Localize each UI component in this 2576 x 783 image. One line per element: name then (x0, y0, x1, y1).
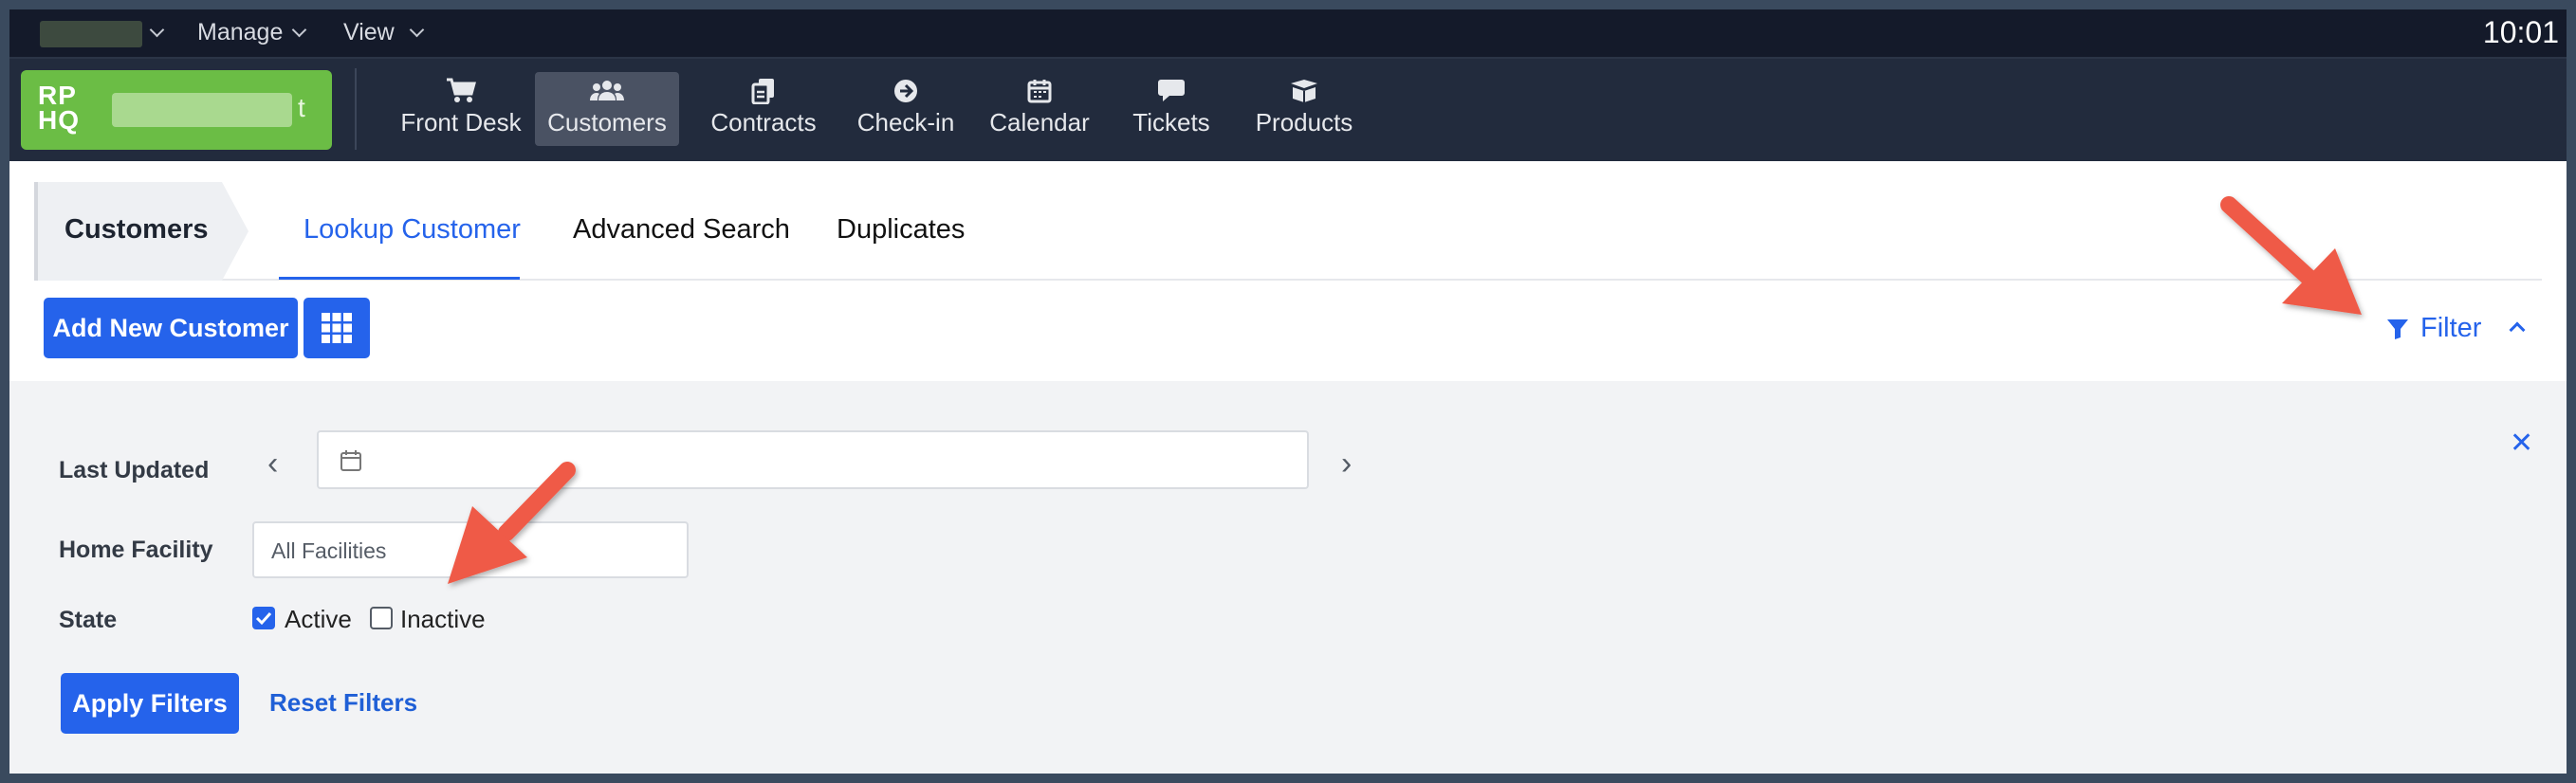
redacted-site-name (112, 93, 292, 127)
logo-name: t (298, 93, 305, 122)
popover-caret (2542, 364, 2567, 381)
chevron-left-icon[interactable]: ‹ (267, 446, 278, 483)
account-switcher[interactable] (40, 21, 142, 47)
cart-icon (385, 72, 537, 106)
chevron-down-icon (149, 22, 165, 38)
active-checkbox[interactable] (252, 607, 275, 629)
chevron-down-icon (291, 22, 307, 38)
site-logo[interactable]: RP HQ t (21, 70, 332, 150)
active-tab-indicator (279, 277, 520, 280)
nav-item-tickets[interactable]: Tickets (1119, 72, 1224, 146)
calendar-icon (340, 449, 362, 477)
active-checkbox-label[interactable]: Active (285, 605, 352, 634)
main-content: Customers Lookup Customer Advanced Searc… (9, 161, 2567, 774)
home-facility-label: Home Facility (59, 537, 213, 563)
logo-mark: RP HQ (38, 81, 80, 135)
nav-item-products[interactable]: Products (1242, 72, 1366, 146)
last-updated-date-input[interactable] (317, 430, 1309, 489)
clock: 10:01 (2482, 15, 2559, 49)
add-new-customer-button[interactable]: Add New Customer (44, 298, 298, 358)
breadcrumb[interactable]: Customers (34, 182, 248, 281)
grid-view-button[interactable] (304, 298, 370, 358)
menu-bar: Manage View 10:01 (9, 9, 2567, 59)
nav-item-customers[interactable]: Customers (535, 72, 679, 146)
chevron-down-icon (409, 22, 425, 38)
nav-item-front-desk[interactable]: Front Desk (385, 72, 537, 146)
tab-lookup-customer[interactable]: Lookup Customer (304, 214, 521, 246)
tab-advanced-search[interactable]: Advanced Search (573, 214, 790, 246)
state-label: State (59, 607, 118, 633)
users-icon (535, 72, 679, 106)
nav-label: Products (1255, 108, 1353, 137)
menu-manage[interactable]: Manage (197, 19, 283, 46)
close-icon[interactable]: ✕ (2510, 427, 2533, 460)
app-window: Manage View 10:01 RP HQ t Front Desk Cus (9, 9, 2567, 774)
calendar-icon (981, 72, 1098, 106)
home-facility-select[interactable]: All Facilities (252, 521, 689, 578)
inactive-checkbox[interactable] (370, 607, 393, 629)
nav-label: Contracts (710, 108, 817, 137)
funnel-icon (2386, 317, 2409, 348)
main-nav: RP HQ t Front Desk Customers Contracts C… (9, 59, 2567, 161)
inactive-checkbox-label[interactable]: Inactive (400, 605, 486, 634)
documents-icon (692, 72, 835, 106)
chat-icon (1119, 72, 1224, 106)
filter-label: Filter (2420, 313, 2482, 343)
arrow-circle-icon (844, 72, 967, 106)
nav-divider (355, 68, 357, 150)
grid-icon (321, 312, 353, 349)
chevron-right-icon[interactable]: › (1341, 446, 1352, 483)
nav-item-calendar[interactable]: Calendar (981, 72, 1098, 146)
nav-item-contracts[interactable]: Contracts (692, 72, 835, 146)
nav-item-check-in[interactable]: Check-in (844, 72, 967, 146)
nav-label: Front Desk (400, 108, 522, 137)
nav-label: Customers (547, 108, 667, 137)
nav-label: Calendar (989, 108, 1090, 137)
menu-view[interactable]: View (343, 19, 395, 46)
last-updated-label: Last Updated (59, 457, 210, 483)
tab-bar: Customers Lookup Customer Advanced Searc… (34, 182, 2542, 281)
reset-filters-link[interactable]: Reset Filters (269, 688, 417, 718)
apply-filters-button[interactable]: Apply Filters (61, 673, 239, 734)
nav-label: Check-in (856, 108, 955, 137)
box-icon (1242, 72, 1366, 106)
tab-duplicates[interactable]: Duplicates (837, 214, 965, 246)
nav-label: Tickets (1132, 108, 1210, 137)
